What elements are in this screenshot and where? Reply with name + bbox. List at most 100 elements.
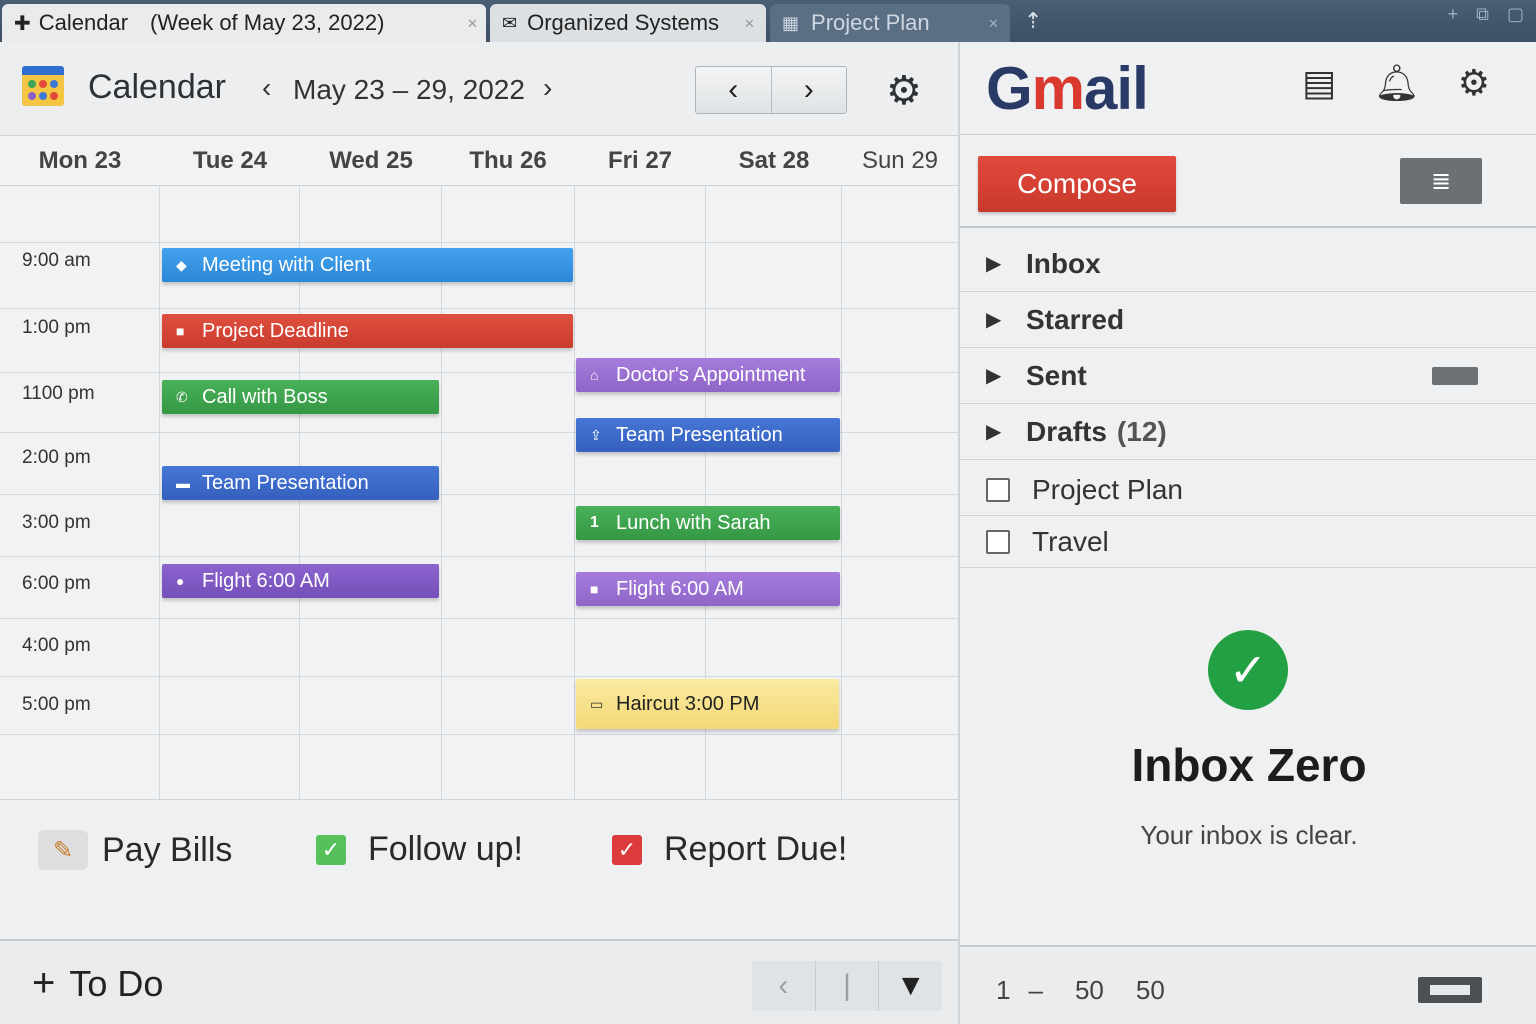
triangle-right-icon: ▶ [986, 365, 1002, 387]
chevron-right-icon[interactable]: › [543, 72, 552, 104]
checkbox[interactable] [986, 529, 1010, 554]
close-icon[interactable]: ✕ [744, 16, 755, 32]
event-project-deadline[interactable]: ■ Project Deadline [162, 314, 573, 348]
window-icon[interactable]: ▢ [1507, 4, 1524, 25]
nav-label: Starred [1026, 303, 1125, 335]
checkmark-icon: ✓ [1208, 630, 1288, 710]
todo-label: Report Due! [664, 830, 848, 868]
day-header[interactable]: Mon 23 [0, 136, 160, 186]
number-one-icon: 1 [590, 514, 599, 531]
todo-item-report-due[interactable]: ✓ Report Due! [612, 830, 847, 869]
label-project-plan[interactable]: Project Plan [960, 464, 1536, 516]
time-label: 1:00 pm [22, 317, 91, 338]
diamond-icon: ◆ [176, 256, 187, 273]
event-label: Meeting with Client [202, 253, 371, 276]
time-label: 9:00 am [22, 250, 91, 271]
event-lunch-with-sarah[interactable]: 1 Lunch with Sarah [576, 506, 840, 540]
square-icon: ■ [176, 323, 185, 339]
calendar-icon: ▭ [590, 695, 604, 712]
day-header-row: Mon 23 Tue 24 Wed 25 Thu 26 Fri 27 Sat 2… [0, 136, 958, 186]
inbox-zero-subtitle: Your inbox is clear. [1140, 820, 1358, 850]
day-header[interactable]: Fri 27 [574, 136, 706, 186]
window-controls: + ⧉ ▢ [1448, 4, 1524, 25]
sent-indicator [1432, 366, 1478, 385]
day-header[interactable]: Sun 29 [842, 136, 958, 186]
day-header[interactable]: Wed 25 [300, 136, 442, 186]
time-label: 4:00 pm [22, 635, 91, 656]
label-travel[interactable]: Travel [960, 516, 1536, 568]
nav-label: Sent [1026, 359, 1087, 391]
time-label: 1100 pm [22, 383, 95, 404]
checkbox[interactable] [986, 477, 1010, 502]
event-flight[interactable]: ● Flight 6:00 AM [162, 564, 439, 598]
nav-starred[interactable]: ▶ Starred [960, 292, 1536, 348]
plus-icon[interactable]: + [1448, 4, 1459, 25]
time-label: 2:00 pm [22, 447, 91, 468]
gear-icon[interactable]: ⚙ [1458, 62, 1490, 104]
nav-label: Inbox [1026, 247, 1101, 279]
prev-week-button[interactable]: ‹ [696, 67, 772, 113]
calendar-footer: + To Do ‹ | ▼ [0, 939, 958, 1024]
day-header[interactable]: Tue 24 [160, 136, 300, 186]
upload-icon[interactable]: ⇡ [1024, 8, 1042, 34]
close-icon[interactable]: ✕ [988, 16, 999, 32]
tab-calendar-label: Calendar [38, 10, 129, 35]
event-call-with-boss[interactable]: ✆ Call with Boss [162, 380, 439, 414]
keyboard-icon[interactable] [1418, 977, 1482, 1003]
tab-calendar-subtitle: (Week of May 23, 2022) [150, 10, 385, 35]
pager-end: 50 [1074, 975, 1104, 1005]
day-header[interactable]: Thu 26 [442, 136, 574, 186]
pin-icon: ✚ [14, 12, 31, 35]
event-label: Flight 6:00 AM [616, 577, 744, 600]
event-label: Call with Boss [202, 385, 328, 408]
tab-project-plan[interactable]: ▦ Project Plan ✕ [770, 4, 1010, 42]
tab-project-plan-label: Project Plan [811, 10, 930, 35]
nav-drafts[interactable]: ▶ Drafts (12) [960, 404, 1536, 460]
divider-button[interactable]: | [816, 961, 880, 1011]
briefcase-icon: ▬ [176, 475, 190, 491]
event-doctors-appointment[interactable]: ⌂ Doctor's Appointment [576, 358, 840, 392]
label-name: Travel [1032, 525, 1109, 557]
plus-icon: + [32, 961, 56, 1005]
calendar-app-icon [22, 66, 64, 106]
bell-icon[interactable]: 🔔︎ [1374, 62, 1420, 104]
event-label: Project Deadline [202, 319, 349, 342]
event-haircut[interactable]: ▭ Haircut 3:00 PM [576, 679, 839, 729]
week-grid[interactable]: 9:00 am 1:00 pm 1100 pm 2:00 pm 3:00 pm … [0, 186, 958, 799]
gmail-footer: 1 – 50 50 [960, 945, 1536, 1024]
pencil-icon: ✎ [38, 830, 88, 870]
close-icon[interactable]: ✕ [467, 16, 478, 32]
chevron-left-icon[interactable]: ‹ [262, 72, 271, 104]
nav-inbox[interactable]: ▶ Inbox [960, 236, 1536, 292]
todo-item-pay-bills[interactable]: ✎ Pay Bills [38, 830, 232, 870]
bookmark-icon[interactable]: ▼ [879, 961, 942, 1011]
event-team-presentation[interactable]: ⇪ Team Presentation [576, 418, 840, 452]
gear-icon[interactable]: ⚙ [886, 68, 922, 114]
nav-sent[interactable]: ▶ Sent [960, 348, 1536, 404]
day-header[interactable]: Sat 28 [706, 136, 842, 186]
restore-icon[interactable]: ⧉ [1476, 4, 1489, 25]
time-label: 5:00 pm [22, 694, 91, 715]
triangle-right-icon: ▶ [986, 253, 1002, 275]
event-label: Flight 6:00 AM [202, 569, 330, 592]
upload-icon: ⇪ [590, 426, 602, 443]
back-button[interactable]: ‹ [752, 961, 816, 1011]
add-todo-button[interactable]: + To Do [32, 961, 163, 1006]
tab-organized-systems[interactable]: ✉ Organized Systems ✕ [490, 4, 766, 42]
next-week-button[interactable]: › [772, 67, 847, 113]
tab-calendar[interactable]: ✚ Calendar (Week of May 23, 2022) ✕ [2, 4, 486, 42]
gmail-pane: Gmail ▤ 🔔︎ ⚙ Compose ≣ ▶ Inbox ▶ Starred… [958, 42, 1536, 1024]
event-team-presentation[interactable]: ▬ Team Presentation [162, 466, 439, 500]
calendar-title: Calendar [88, 68, 226, 106]
event-flight[interactable]: ■ Flight 6:00 AM [576, 572, 840, 606]
layout-toggle-button[interactable]: ≣ [1400, 158, 1482, 204]
list-icon[interactable]: ▤ [1302, 62, 1336, 104]
todo-item-follow-up[interactable]: ✓ Follow up! [316, 830, 523, 869]
compose-button[interactable]: Compose [978, 156, 1176, 212]
checkbox-checked-icon[interactable]: ✓ [612, 834, 642, 865]
checkbox-checked-icon[interactable]: ✓ [316, 834, 346, 865]
date-range: May 23 – 29, 2022 [293, 74, 525, 105]
time-label: 6:00 pm [22, 573, 91, 594]
triangle-right-icon: ▶ [986, 421, 1002, 443]
event-meeting-with-client[interactable]: ◆ Meeting with Client [162, 248, 573, 282]
